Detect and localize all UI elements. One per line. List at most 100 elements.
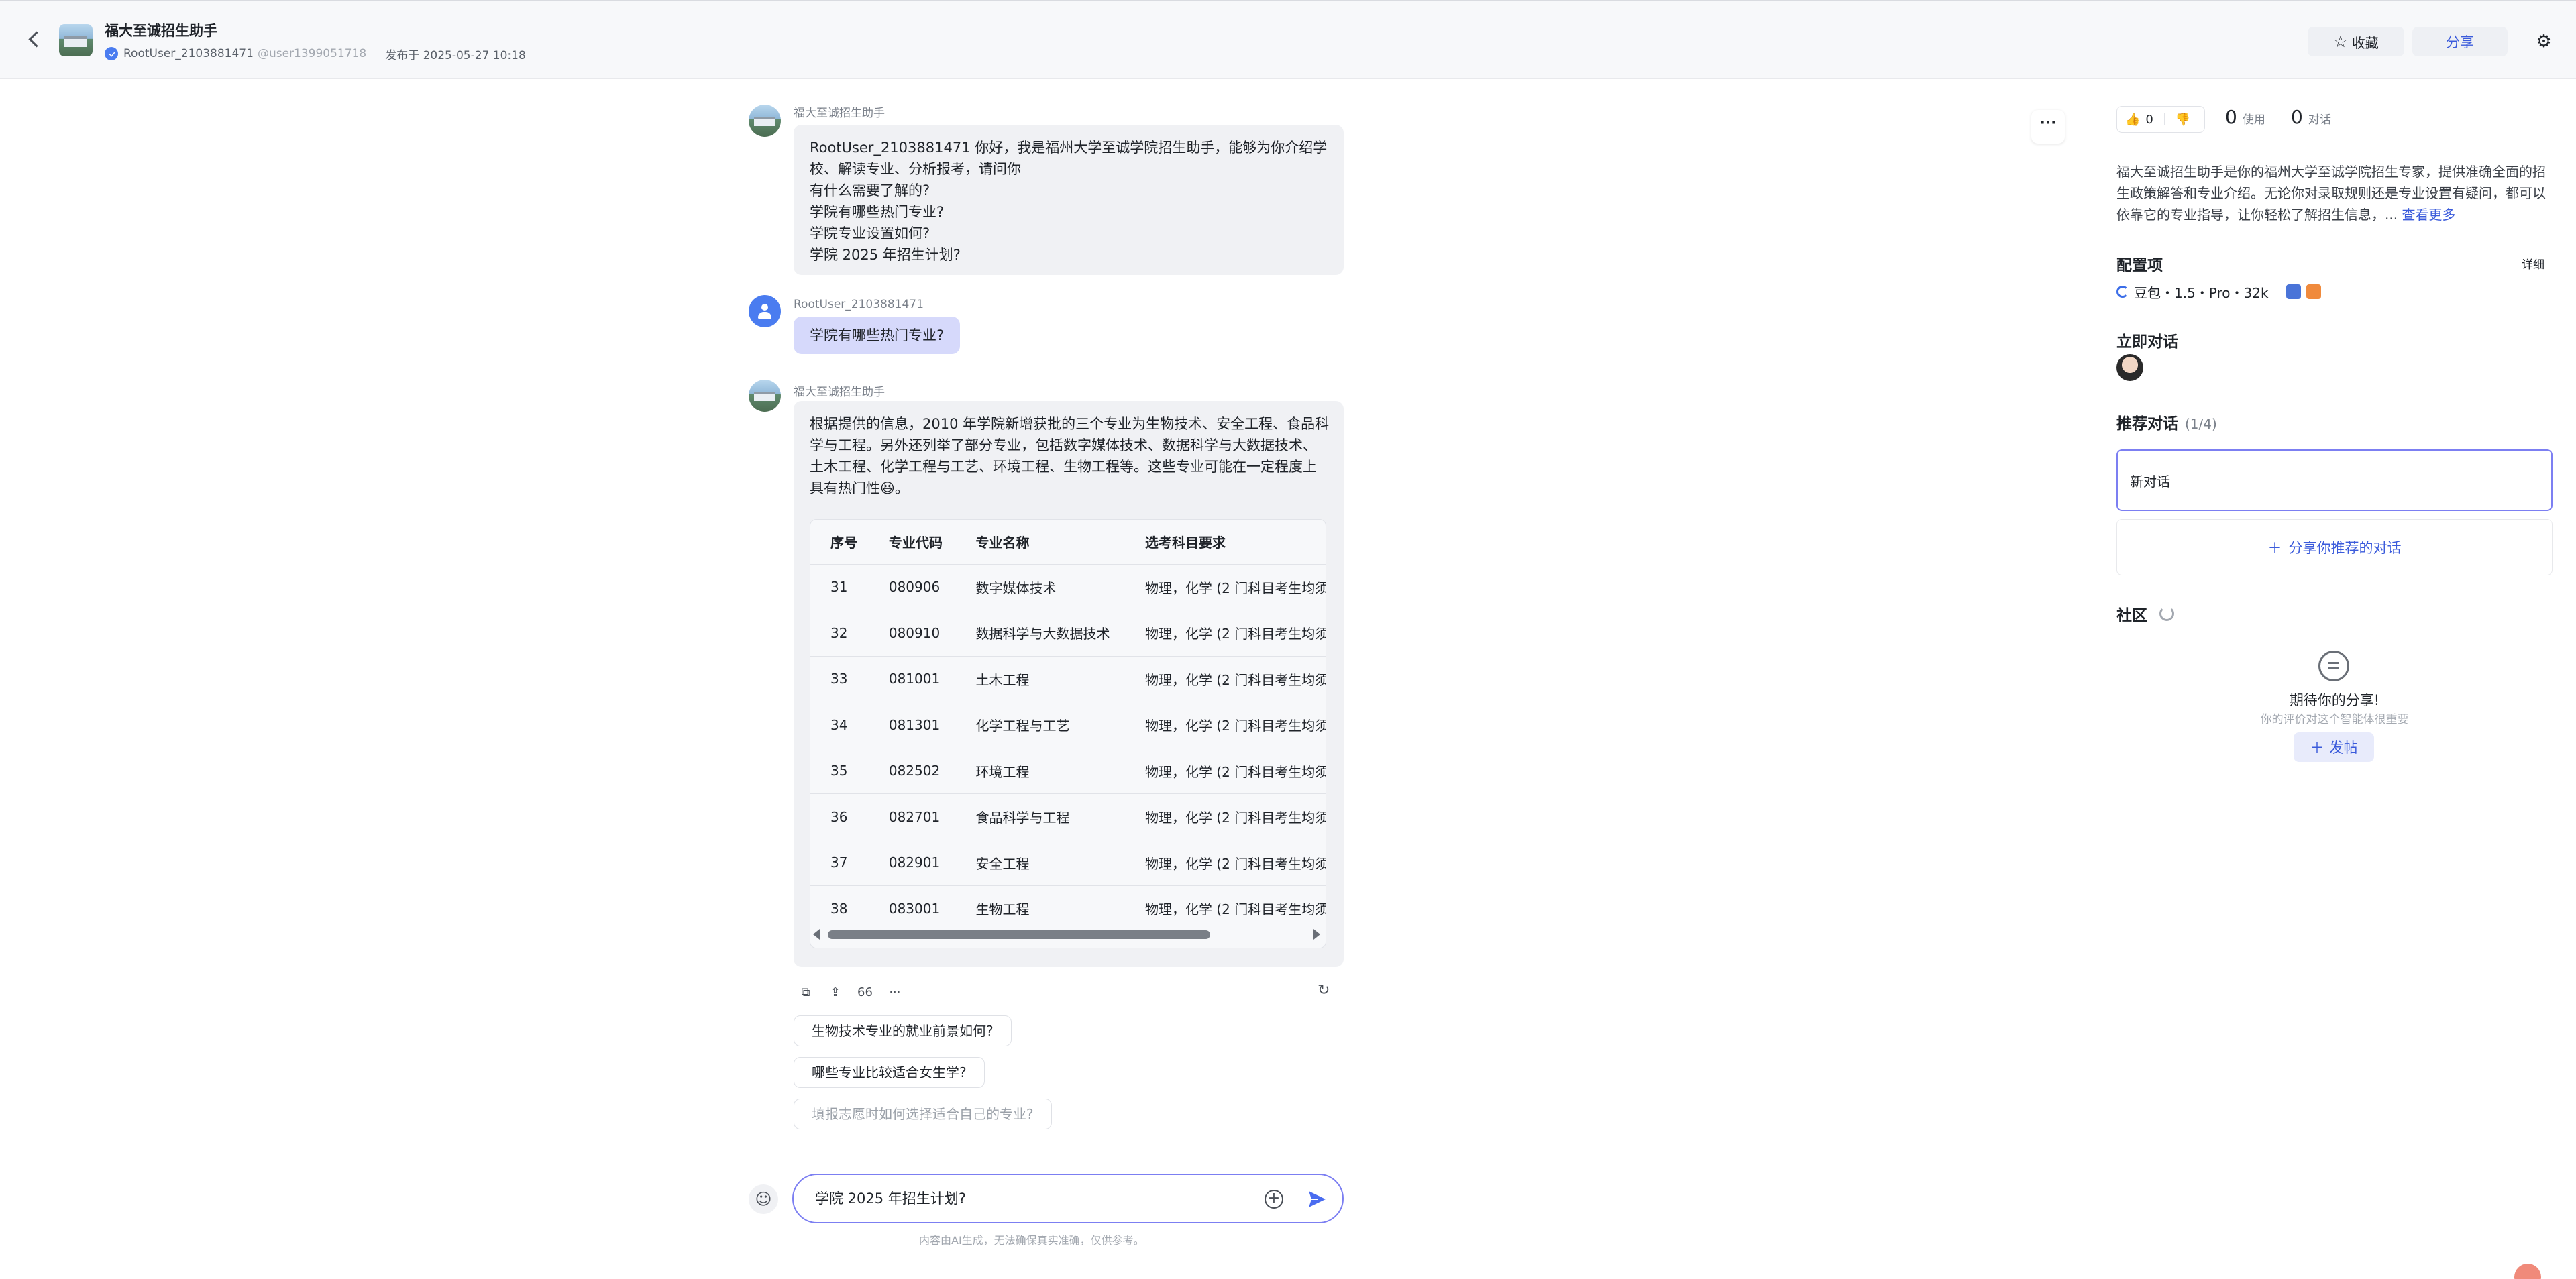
table-cell: 080906 — [868, 564, 956, 610]
table-cell: 化学工程与工艺 — [955, 702, 1125, 748]
bot-title: 福大至诚招生助手 — [105, 23, 217, 39]
user-avatar — [749, 295, 781, 327]
config-title: 配置项 — [2116, 257, 2163, 274]
publish-time: 发布于 2025-05-27 10:18 — [385, 48, 526, 62]
doubao-logo-icon — [2116, 286, 2129, 298]
message-actions: ⧉ ⇪ 66 ··· — [798, 983, 902, 1001]
greeting-line: RootUser_2103881471 你好，我是福州大学至诚学院招生助手，能够… — [810, 140, 1328, 156]
table-row: 33081001土木工程物理，化学 (2 门科目考生均须选考方可报考) — [810, 656, 1326, 702]
bot-avatar — [749, 105, 781, 137]
suggestion-chip[interactable]: 生物技术专业的就业前景如何? — [794, 1015, 1012, 1046]
convos-stat: 0 对话 — [2291, 106, 2331, 128]
more-options-button[interactable]: ··· — [2031, 110, 2065, 144]
gear-icon[interactable]: ⚙ — [2528, 27, 2560, 56]
majors-table: 序号 专业代码 专业名称 选考科目要求 31 080906 数字媒体技术 物理，化学 … — [810, 519, 1326, 948]
table-cell: 35 — [810, 748, 869, 794]
detail-link[interactable]: 详细 — [2522, 255, 2544, 272]
table-cell: 数字媒体技术 — [955, 564, 1125, 610]
comment-icon — [2318, 651, 2349, 681]
table-cell: 32 — [810, 610, 869, 657]
regenerate-icon[interactable]: ↻ — [1318, 982, 1330, 999]
collect-button[interactable]: ☆ 收藏 — [2308, 27, 2404, 56]
star-icon: ☆ — [2333, 32, 2348, 51]
recommend-count: (1/4) — [2185, 416, 2217, 432]
new-conversation-item[interactable]: 新对话 — [2116, 449, 2553, 511]
plus-icon: ＋ — [2310, 740, 2324, 756]
table-header-row: 序号 专业代码 专业名称 选考科目要求 — [810, 520, 1326, 565]
post-button[interactable]: ＋ 发帖 — [2294, 732, 2374, 762]
community-title: 社区 — [2116, 607, 2147, 624]
see-more-link[interactable]: 查看更多 — [2402, 207, 2455, 223]
more-icon[interactable]: ··· — [888, 985, 902, 999]
table-cell: 物理，化学 (2 门科目考生均须选考方可报考) — [1124, 656, 1326, 702]
table-row: 36082701食品科学与工程物理，化学 (2 门科目考生均须选考方可报考) — [810, 793, 1326, 840]
table-cell: 37 — [810, 840, 869, 886]
author-name[interactable]: RootUser_2103881471 — [123, 47, 254, 60]
empty-state-subtitle: 你的评价对这个智能体很重要 — [2260, 713, 2409, 726]
suggestion-chip[interactable]: 填报志愿时如何选择适合自己的专业? — [794, 1099, 1052, 1129]
loading-icon — [2159, 606, 2174, 621]
model-row[interactable]: 豆包・1.5・Pro・32k — [2116, 282, 2321, 302]
author-handle: @user1399051718 — [257, 47, 367, 60]
plugin-icon — [2306, 284, 2321, 299]
quote-count[interactable]: 66 — [857, 985, 873, 999]
uses-count: 0 — [2225, 106, 2237, 128]
back-arrow-icon[interactable] — [23, 28, 46, 51]
user-message-bubble: 学院有哪些热门专业? — [794, 317, 961, 354]
share-icon[interactable]: ⇪ — [828, 985, 843, 999]
scroll-left-icon[interactable] — [813, 929, 820, 940]
table-cell: 食品科学与工程 — [955, 793, 1125, 840]
table-body: 31080906数字媒体技术物理，化学 (2 门科目考生均须选考方可报考)320… — [810, 564, 1326, 932]
chat-input-box[interactable]: + — [792, 1174, 1344, 1223]
horizontal-scrollbar[interactable] — [810, 924, 1326, 948]
bot-avatar — [59, 24, 93, 56]
table-cell: 物理，化学 (2 门科目考生均须选考方可报考) — [1124, 748, 1326, 794]
table-row: 31080906数字媒体技术物理，化学 (2 门科目考生均须选考方可报考) — [810, 564, 1326, 610]
table-cell: 34 — [810, 702, 869, 748]
table-cell: 物理，化学 (2 门科目考生均须选考方可报考) — [1124, 564, 1326, 610]
recommend-title-text: 推荐对话 — [2116, 415, 2178, 433]
table-cell: 土木工程 — [955, 656, 1125, 702]
table-cell: 33 — [810, 656, 869, 702]
scroll-right-icon[interactable] — [1313, 929, 1320, 940]
table-cell: 081001 — [868, 656, 956, 702]
table-header: 选考科目要求 — [1124, 520, 1326, 565]
answer-line: 根据提供的信息，2010 年学院新增获批的三个专业为生物技术、安全工程、食品科 — [810, 416, 1330, 432]
empty-state-title: 期待你的分享! — [2289, 692, 2380, 708]
send-icon[interactable] — [1303, 1186, 1330, 1213]
table-header: 专业代码 — [868, 520, 956, 565]
add-attachment-icon[interactable]: + — [1265, 1190, 1283, 1209]
thumbs-down-icon[interactable]: 👎 — [2176, 113, 2190, 127]
post-label: 发帖 — [2329, 740, 2358, 756]
model-name: 豆包・1.5・Pro・32k — [2134, 284, 2269, 301]
chat-input[interactable] — [815, 1190, 1244, 1206]
bot-info-panel: 👍 0 👎 0 使用 0 对话 福大至诚招生助手是你的福州大学至诚学院招生专家，… — [2092, 79, 2576, 1279]
greeting-line: 有什么需要了解的? — [810, 182, 930, 199]
share-button[interactable]: 分享 — [2412, 27, 2508, 56]
uses-stat: 0 使用 — [2225, 106, 2265, 128]
scroll-thumb[interactable] — [828, 930, 1210, 939]
suggestion-chip[interactable]: 哪些专业比较适合女生学? — [794, 1057, 985, 1088]
thumbs-up-icon[interactable]: 👍 — [2125, 113, 2140, 127]
convos-label: 对话 — [2308, 113, 2331, 127]
persona-avatar[interactable] — [2116, 354, 2143, 381]
table-cell: 31 — [810, 564, 869, 610]
share-recommend-label: 分享你推荐的对话 — [2288, 540, 2402, 556]
table-row: 32080910数据科学与大数据技术物理，化学 (2 门科目考生均须选考方可报考… — [810, 610, 1326, 657]
bot-sender-name: 福大至诚招生助手 — [794, 107, 885, 120]
bot-description: 福大至诚招生助手是你的福州大学至诚学院招生专家，提供准确全面的招生政策解答和专业… — [2116, 161, 2553, 225]
uses-label: 使用 — [2242, 113, 2265, 127]
table-cell: 082901 — [868, 840, 956, 886]
answer-line: 学与工程。另外还列举了部分专业，包括数字媒体技术、数据科学与大数据技术、 — [810, 437, 1317, 453]
table-cell: 环境工程 — [955, 748, 1125, 794]
greeting-line: 学院有哪些热门专业? — [810, 204, 945, 220]
plus-icon: ＋ — [2267, 540, 2282, 556]
verified-icon — [105, 47, 118, 60]
answer-line: 土木工程、化学工程与工艺、环境工程、生物工程等。这些专业可能在一定程度上 — [810, 459, 1317, 475]
share-recommend-button[interactable]: ＋ 分享你推荐的对话 — [2116, 519, 2553, 575]
copy-icon[interactable]: ⧉ — [798, 985, 813, 999]
chat-now-title: 立即对话 — [2116, 333, 2178, 351]
table-row: 37082901安全工程物理，化学 (2 门科目考生均须选考方可报考) — [810, 840, 1326, 886]
emoji-icon[interactable]: ☺ — [749, 1184, 778, 1214]
like-dislike-box[interactable]: 👍 0 👎 — [2116, 106, 2205, 133]
